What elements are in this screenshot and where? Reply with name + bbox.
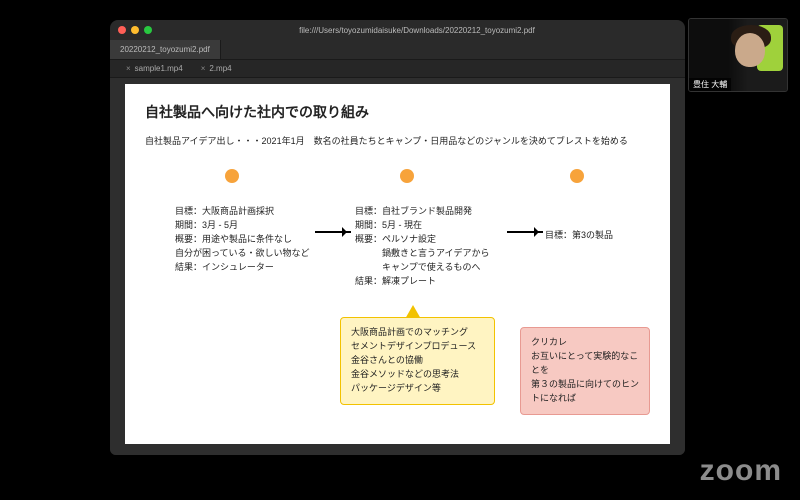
timeline-dot-icon [225, 169, 239, 183]
slide-title: 自社製品へ向けた社内での取り組み [145, 102, 650, 122]
phase-2-text: 目標：自社ブランド製品開発 期間：5月 - 現在 概要：ペルソナ設定 鍋敷きと言… [355, 205, 515, 289]
zoom-icon[interactable] [144, 26, 152, 34]
participant-video[interactable]: 豊住 大輔 [688, 18, 788, 92]
subtab-video-2[interactable]: × 2.mp4 [201, 64, 232, 73]
close-icon[interactable] [118, 26, 126, 34]
phase-1-text: 目標：大阪商品計画採択 期間：3月 - 5月 概要：用途や製品に条件なし 自分が… [175, 205, 325, 275]
tab-pdf[interactable]: 20220212_toyozumi2.pdf [110, 40, 221, 59]
participant-name: 豊住 大輔 [689, 78, 731, 91]
window-path: file:///Users/toyozumidaisuke/Downloads/… [157, 26, 677, 35]
callout-arrow-icon [405, 297, 421, 319]
minimize-icon[interactable] [131, 26, 139, 34]
phase-3-text: 目標：第3の製品 [545, 229, 645, 243]
slide-subtitle: 自社製品アイデア出し・・・2021年1月 数名の社員たちとキャンプ・日用品などの… [145, 134, 650, 147]
timeline-dot-icon [570, 169, 584, 183]
tab-bar: 20220212_toyozumi2.pdf [110, 40, 685, 60]
arrow-right-icon [315, 231, 351, 233]
traffic-lights[interactable] [118, 26, 152, 34]
pdf-viewer-window: file:///Users/toyozumidaisuke/Downloads/… [110, 20, 685, 455]
arrow-right-icon [507, 231, 543, 233]
window-titlebar: file:///Users/toyozumidaisuke/Downloads/… [110, 20, 685, 40]
preview-strip: × sample1.mp4 × 2.mp4 [110, 60, 685, 78]
subtab-video-1[interactable]: × sample1.mp4 [126, 64, 183, 73]
face-shape [735, 33, 765, 67]
close-icon[interactable]: × [126, 64, 131, 73]
slide-page: 自社製品へ向けた社内での取り組み 自社製品アイデア出し・・・2021年1月 数名… [125, 84, 670, 444]
subtab-label: sample1.mp4 [135, 64, 183, 73]
subtab-label: 2.mp4 [209, 64, 231, 73]
timeline: 目標：大阪商品計画採択 期間：3月 - 5月 概要：用途や製品に条件なし 自分が… [145, 169, 650, 399]
timeline-dot-icon [400, 169, 414, 183]
note-pink: クリカレ お互いにとって実験的なことを 第３の製品に向けてのヒントになれば [520, 327, 650, 415]
note-yellow: 大阪商品計画でのマッチング セメントデザインプロデュース 金谷さんとの協働 金谷… [340, 317, 495, 405]
close-icon[interactable]: × [201, 64, 206, 73]
zoom-watermark: zoom [700, 454, 782, 488]
pdf-viewport[interactable]: 自社製品へ向けた社内での取り組み 自社製品アイデア出し・・・2021年1月 数名… [110, 78, 685, 455]
tab-label: 20220212_toyozumi2.pdf [120, 45, 210, 54]
